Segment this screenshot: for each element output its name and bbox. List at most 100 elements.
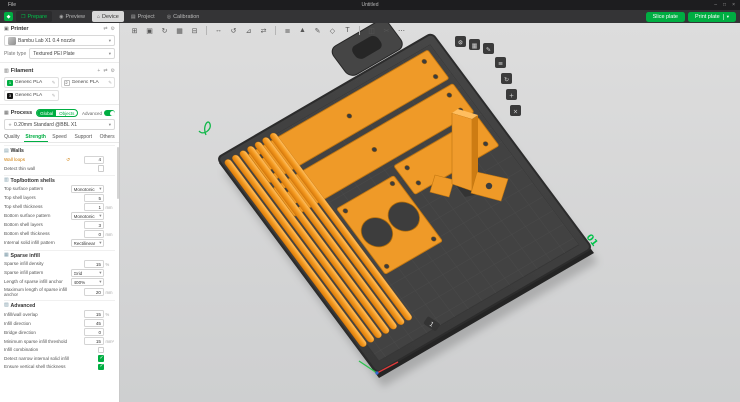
cut-icon[interactable]: ✂ [380,25,393,37]
process-tab-speed[interactable]: Speed [48,132,72,142]
arrange-icon[interactable]: ▦ [173,25,186,37]
param-row: Bottom shell thickness0mm [4,230,115,239]
param-select[interactable]: 400%▾ [71,278,104,286]
flushing-volumes-icon[interactable]: ⇄ [103,68,107,74]
process-scope-global[interactable]: Global [37,110,56,116]
main-tabs: ❐Prepare◉Preview⌂Device▤Project◎Calibrat… [16,10,204,23]
plate-settings-icon[interactable]: ⚙ [455,36,466,47]
preset-star-icon: ★ [8,122,12,128]
param-input[interactable]: 45 [84,319,104,327]
param-select[interactable]: Grid▾ [71,269,104,277]
param-label: Infill/wall overlap [4,312,71,317]
process-tab-others[interactable]: Others [95,132,119,142]
text-tool-icon[interactable]: T [341,25,354,37]
param-row: Bottom shell layers3 [4,221,115,230]
split-to-objects-icon[interactable]: ⊟ [188,25,201,37]
printer-settings-icon[interactable]: ⚙ [111,26,115,32]
edit-filament-icon[interactable]: ✎ [108,80,112,86]
param-select[interactable]: Monotonic▾ [71,212,104,220]
preview-icon: ◉ [59,14,63,20]
plate-name-icon[interactable]: ✎ [483,43,494,54]
param-input[interactable]: 15 [84,337,104,345]
reset-icon[interactable]: ↺ [66,157,70,163]
param-input[interactable]: 4 [84,156,104,164]
viewport-3d[interactable]: ⚙ ▦ ✎ ≡ ↻ + × 01 1 ⊞▣↻▦⊟↔↺ [120,23,740,402]
file-menu[interactable]: File [5,2,19,8]
param-input[interactable]: 0 [84,230,104,238]
param-checkbox[interactable] [98,364,105,371]
process-scope-objects[interactable]: Objects [56,110,77,116]
add-filament-icon[interactable]: + [97,68,100,74]
process-tab-strength[interactable]: Strength [24,132,48,142]
print-plate-button[interactable]: Print plate▾ [688,12,736,22]
sidebar-scrollbar[interactable] [117,147,120,199]
param-input[interactable]: 20 [84,288,104,296]
param-input[interactable]: 0 [84,328,104,336]
param-input[interactable]: 3 [84,221,104,229]
plate-delete-icon[interactable]: × [510,105,521,116]
printer-connection-icon[interactable]: ⇄ [103,26,107,32]
assembly-view-icon[interactable]: ◫ [365,25,378,37]
filament-chip[interactable]: 3Generic PLA✎ [4,90,59,101]
param-input[interactable]: 15 [84,310,104,318]
filament-settings-icon[interactable]: ⚙ [111,68,115,74]
auto-orient-icon[interactable]: ↻ [158,25,171,37]
process-tab-quality[interactable]: Quality [0,132,24,142]
standing-part[interactable] [452,109,478,191]
tab-label: Device [102,14,119,20]
rotate-icon[interactable]: ↺ [227,25,240,37]
tab-project[interactable]: ▤Project [126,11,160,22]
mirror-icon[interactable]: ⇄ [257,25,270,37]
close-button[interactable]: × [732,2,735,8]
filament-chip[interactable]: 2Generic PLA✎ [61,77,116,88]
divider [0,62,119,63]
param-select-value: 400% [74,280,99,285]
filament-color-swatch: 2 [64,80,70,86]
move-icon[interactable]: ↔ [212,25,225,37]
variable-layer-height-icon[interactable]: ≣ [281,25,294,37]
tab-preview[interactable]: ◉Preview [54,11,90,22]
tab-device[interactable]: ⌂Device [92,11,124,22]
viewport-scene: ⚙ ▦ ✎ ≡ ↻ + × 01 1 [120,23,740,402]
filament-chip[interactable]: 1Generic PLA✎ [4,77,59,88]
param-checkbox[interactable] [98,165,105,172]
plate-label-icon[interactable]: ≡ [495,57,506,68]
param-select[interactable]: Monotonic▾ [71,185,104,193]
plate-type-select[interactable]: Textured PEI Plate ▾ [29,48,115,59]
edit-filament-icon[interactable]: ✎ [52,93,56,99]
support-painting-icon[interactable]: ▲ [296,25,309,37]
param-input[interactable]: 15 [84,260,104,268]
param-value-area [71,347,104,354]
param-row: Detect thin wall [4,164,115,173]
param-input[interactable]: 1 [84,203,104,211]
filament-section-header: ▥ Filament +⇄⚙ [0,65,119,76]
add-plate-icon[interactable]: ▣ [143,25,156,37]
printer-select[interactable]: Bambu Lab X1 0.4 nozzle ▾ [4,35,115,46]
param-input[interactable]: 5 [84,194,104,202]
plate-arrange-icon[interactable]: ▦ [469,39,480,50]
plate-orient-icon[interactable]: ↻ [501,73,512,84]
process-preset-select[interactable]: ★ 0.20mm Standard @BBL X1 ▾ [4,119,115,130]
plate-clone-icon[interactable]: + [506,89,517,100]
slice-plate-button[interactable]: Slice plate [646,12,685,22]
more-tools-icon[interactable]: ⋯ [395,25,408,37]
add-model-icon[interactable]: ⊞ [128,25,141,37]
param-value-area: 400%▾ [71,278,104,286]
bambu-logo-icon[interactable]: ◆ [4,12,13,21]
param-checkbox[interactable] [98,347,105,354]
tab-calibration[interactable]: ◎Calibration [162,11,205,22]
edit-filament-icon[interactable]: ✎ [52,80,56,86]
param-row: Bridge direction0 [4,328,115,337]
process-tab-support[interactable]: Support [71,132,95,142]
param-label: Sparse infill density [4,261,71,266]
tab-prepare[interactable]: ❐Prepare [16,11,52,22]
seam-painting-icon[interactable]: ◇ [326,25,339,37]
param-select[interactable]: Rectilinear▾ [71,239,104,247]
minimize-button[interactable]: – [714,2,717,8]
maximize-button[interactable]: □ [723,2,726,8]
param-checkbox[interactable] [98,355,105,362]
build-plate[interactable] [195,23,592,373]
scale-icon[interactable]: ⊿ [242,25,255,37]
color-painting-icon[interactable]: ✎ [311,25,324,37]
advanced-toggle[interactable] [104,110,115,116]
